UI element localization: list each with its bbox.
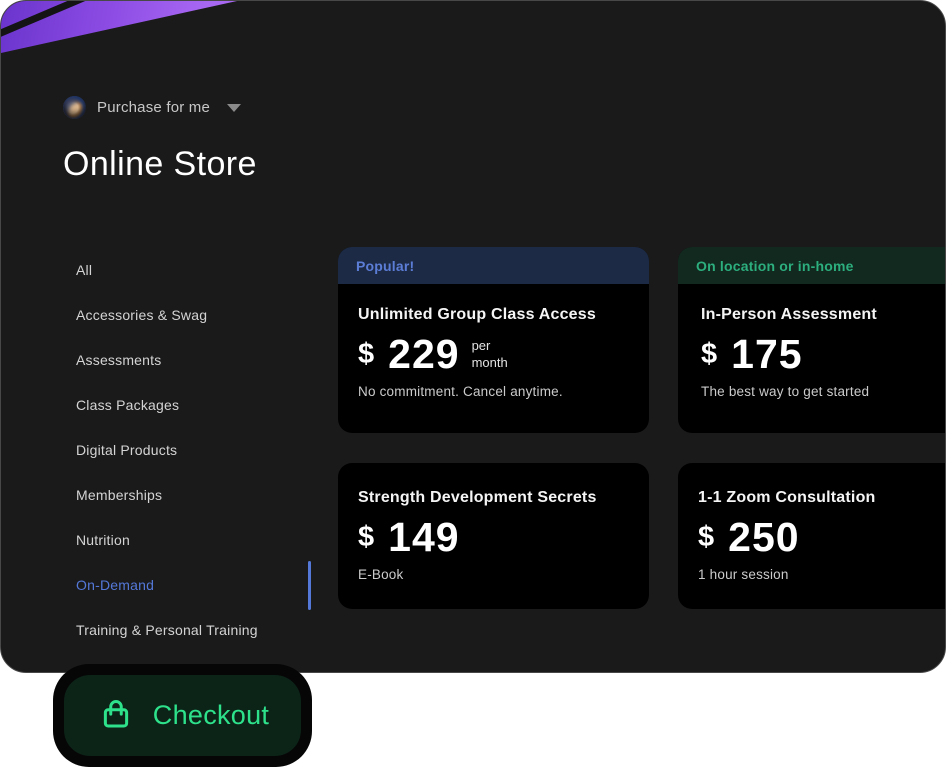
product-subtitle: E-Book (358, 567, 404, 583)
product-subtitle: The best way to get started (701, 384, 870, 400)
shopping-bag-icon (103, 699, 128, 727)
price-amount: 149 (388, 514, 460, 560)
purchase-for-label: Purchase for me (97, 99, 211, 116)
product-card-unlimited-group-class[interactable]: Popular! Unlimited Group Class Access $ … (338, 247, 649, 433)
price-amount: 175 (731, 331, 803, 377)
price-row: $ 250 (698, 514, 945, 560)
price-row: $ 229 per month (358, 331, 629, 377)
price-unit: per month (472, 338, 508, 371)
diagonal-stripe (1, 1, 107, 39)
sidebar-item-all[interactable]: All (76, 247, 258, 292)
product-subtitle: 1 hour session (698, 567, 789, 583)
product-badge: Popular! (338, 247, 649, 284)
avatar (63, 96, 86, 119)
price-row: $ 149 (358, 514, 629, 560)
checkout-label: Checkout (152, 700, 270, 730)
sidebar-item-digital-products[interactable]: Digital Products (76, 427, 258, 472)
currency-symbol: $ (701, 338, 718, 371)
card-body: 1-1 Zoom Consultation $ 250 1 hour sessi… (678, 463, 945, 583)
price-amount: 229 (388, 331, 460, 377)
product-title: In-Person Assessment (701, 306, 877, 323)
price-amount: 250 (728, 514, 800, 560)
checkout-button-inner: Checkout (64, 675, 301, 756)
sidebar-item-accessories-swag[interactable]: Accessories & Swag (76, 292, 258, 337)
active-category-indicator (308, 561, 311, 610)
product-card-in-person-assessment[interactable]: On location or in-home In-Person Assessm… (678, 247, 945, 433)
product-title: Unlimited Group Class Access (358, 306, 596, 323)
sidebar-item-training[interactable]: Training & Personal Training (76, 607, 258, 652)
currency-symbol: $ (698, 521, 715, 554)
product-card-strength-development-secrets[interactable]: Strength Development Secrets $ 149 E-Boo… (338, 463, 649, 609)
product-title: 1-1 Zoom Consultation (698, 489, 876, 506)
card-body: Strength Development Secrets $ 149 E-Boo… (338, 463, 649, 582)
product-badge: On location or in-home (678, 247, 945, 284)
product-title: Strength Development Secrets (358, 489, 597, 506)
page-title: Online Store (63, 145, 257, 183)
sidebar-item-nutrition[interactable]: Nutrition (76, 517, 258, 562)
checkout-button[interactable]: Checkout (53, 664, 312, 767)
product-subtitle: No commitment. Cancel anytime. (358, 384, 563, 400)
price-row: $ 175 (701, 331, 945, 377)
chevron-down-icon (227, 103, 242, 112)
product-card-zoom-consultation[interactable]: 1-1 Zoom Consultation $ 250 1 hour sessi… (678, 463, 945, 609)
currency-symbol: $ (358, 338, 375, 371)
card-body: In-Person Assessment $ 175 The best way … (678, 284, 945, 400)
sidebar-item-memberships[interactable]: Memberships (76, 472, 258, 517)
currency-symbol: $ (358, 521, 375, 554)
sidebar-item-on-demand[interactable]: On-Demand (76, 562, 258, 607)
card-body: Unlimited Group Class Access $ 229 per m… (338, 284, 649, 399)
sidebar-item-class-packages[interactable]: Class Packages (76, 382, 258, 427)
price-unit-bottom: month (471, 354, 508, 370)
purple-decoration (1, 1, 237, 53)
sidebar-item-assessments[interactable]: Assessments (76, 337, 258, 382)
purchase-for-selector[interactable]: Purchase for me (63, 96, 242, 119)
category-sidebar: All Accessories & Swag Assessments Class… (76, 247, 258, 652)
price-unit-top: per (471, 338, 491, 354)
online-store-panel: Purchase for me Online Store All Accesso… (0, 0, 946, 673)
